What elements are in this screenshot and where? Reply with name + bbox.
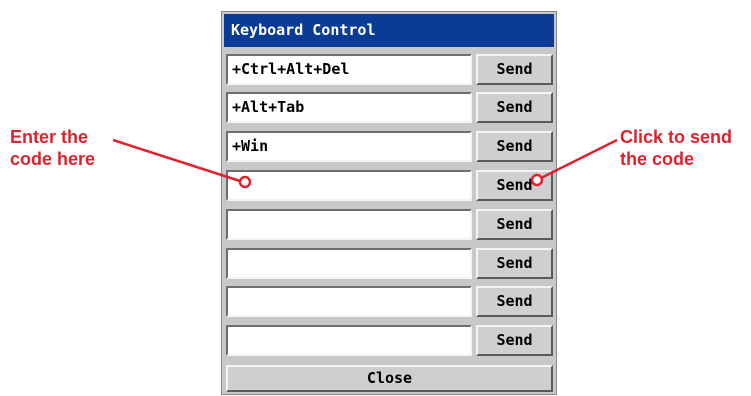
code-row: Send (226, 248, 554, 282)
code-input-8[interactable] (226, 325, 472, 356)
code-input-1[interactable]: +Ctrl+Alt+Del (226, 54, 472, 85)
code-row: Send (226, 209, 554, 243)
callout-right-line1: Click to send (620, 127, 733, 147)
send-button-8[interactable]: Send (476, 325, 553, 356)
send-button-6[interactable]: Send (476, 248, 553, 279)
send-button-1[interactable]: Send (476, 54, 553, 85)
send-button-5[interactable]: Send (476, 209, 553, 240)
code-input-3[interactable]: +Win (226, 131, 472, 162)
callout-left-line2: code here (10, 149, 96, 169)
code-input-7[interactable] (226, 286, 472, 317)
code-row: Send (226, 286, 554, 320)
click-send-callout: Click to send the code (620, 126, 732, 170)
keyboard-control-dialog: Keyboard Control +Ctrl+Alt+Del Send +Alt… (221, 11, 557, 395)
dialog-title: Keyboard Control (224, 14, 554, 47)
code-input-2[interactable]: +Alt+Tab (226, 92, 472, 123)
code-row: +Win Send (226, 131, 554, 165)
send-button-3[interactable]: Send (476, 131, 553, 162)
code-input-5[interactable] (226, 209, 472, 240)
enter-code-callout: Enter the code here (10, 126, 95, 170)
code-input-4[interactable] (226, 170, 472, 201)
callout-right-line2: the code (620, 149, 695, 169)
send-button-2[interactable]: Send (476, 92, 553, 123)
close-button[interactable]: Close (226, 365, 553, 392)
code-input-6[interactable] (226, 248, 472, 279)
callout-left-line1: Enter the (10, 127, 89, 147)
code-row: +Ctrl+Alt+Del Send (226, 54, 554, 88)
code-row: Send (226, 170, 554, 204)
code-row: Send (226, 325, 554, 359)
code-row: +Alt+Tab Send (226, 92, 554, 126)
send-button-7[interactable]: Send (476, 286, 553, 317)
send-button-4[interactable]: Send (476, 170, 553, 201)
